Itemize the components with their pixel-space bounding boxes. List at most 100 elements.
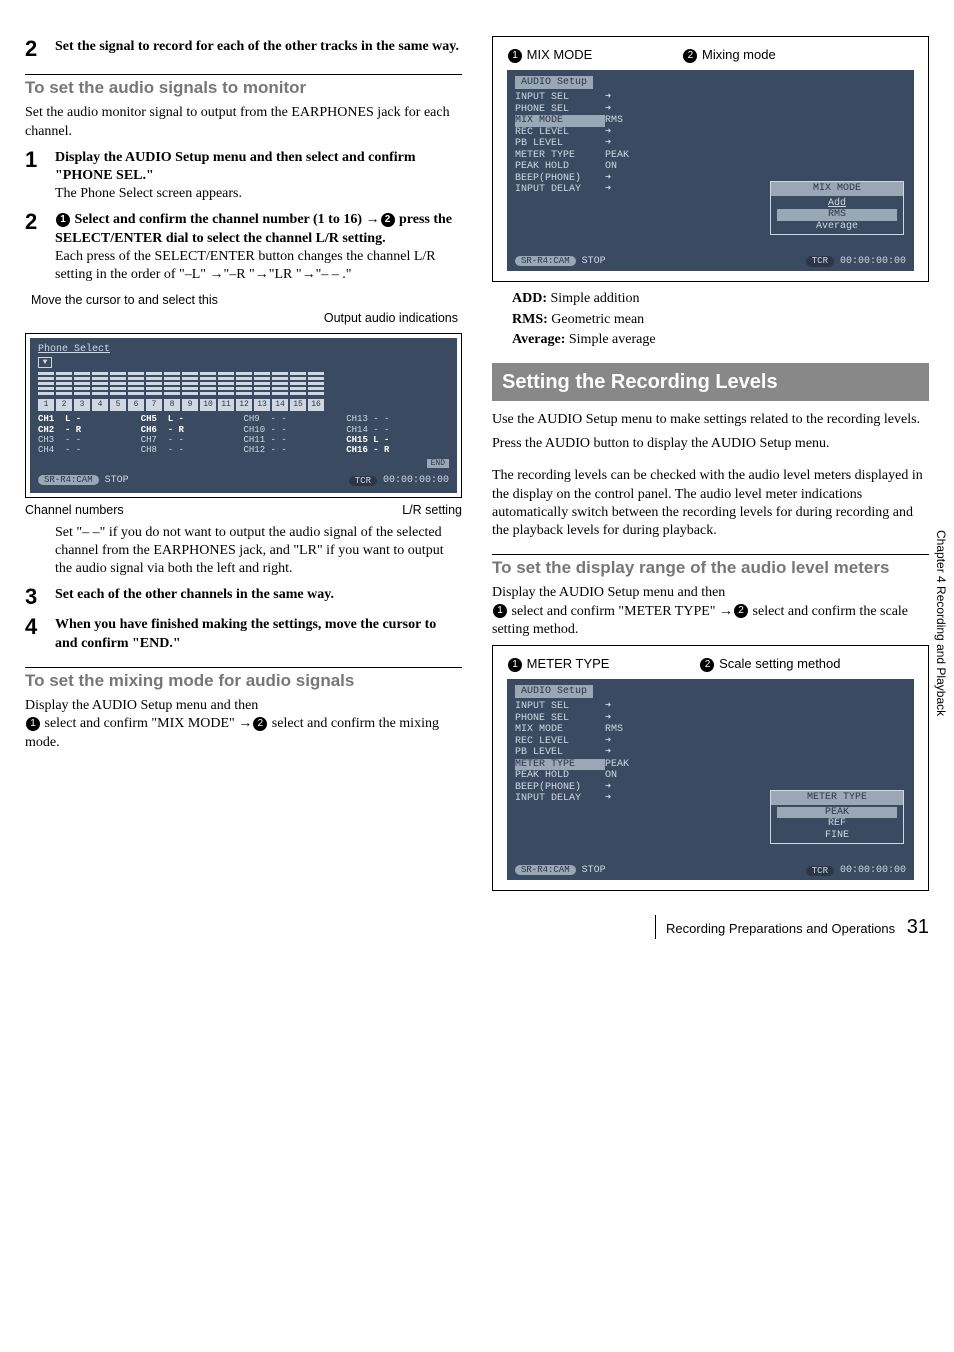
step-2: 2 Set the signal to record for each of t… [25, 38, 462, 60]
meter-popup: METER TYPE PEAKREFFINE [770, 790, 904, 844]
popup-option: REF [777, 818, 897, 830]
lcd-title: AUDIO Setup [515, 685, 593, 699]
menu-row: REC LEVEL ➜ [515, 127, 906, 139]
foot-tcr: TCR [806, 866, 834, 876]
label-mixingmode: Mixing mode [702, 47, 776, 62]
circle-1-icon: 1 [508, 658, 522, 672]
lcd: AUDIO Setup INPUT SEL ➜PHONE SEL ➜MIX MO… [507, 70, 914, 272]
popup-title: METER TYPE [771, 791, 903, 805]
foot-stop: STOP [582, 865, 606, 876]
definition: RMS: Geometric mean [512, 311, 929, 329]
channel-cell: CH7 - - [141, 435, 244, 445]
step-text: Set each of the other channels in the sa… [55, 587, 334, 602]
step-text-a: Select and confirm the channel number (1… [71, 212, 380, 227]
menu-row: INPUT SEL ➜ [515, 701, 906, 713]
step-text: Set the signal to record for each of the… [55, 39, 459, 54]
footer-text: Recording Preparations and Operations [666, 921, 895, 936]
channel-cell: CH5 L - [141, 414, 244, 424]
menu-row: PB LEVEL ➜ [515, 138, 906, 150]
monitor-step-1: 1 Display the AUDIO Setup menu and then … [25, 149, 462, 204]
channel-cell: CH2 - R [38, 425, 141, 435]
menu-row: PB LEVEL ➜ [515, 747, 906, 759]
channel-grid: CH1 L -CH5 L -CH9 - -CH13 - -CH2 - RCH6 … [38, 414, 449, 455]
popup-option: Average [777, 221, 897, 233]
circle-2-icon: 2 [683, 49, 697, 63]
foot-stop: STOP [582, 256, 606, 267]
menu-row: PEAK HOLD ON [515, 161, 906, 173]
annot-lr-setting: L/R setting [402, 502, 462, 518]
para-3: The recording levels can be checked with… [492, 467, 929, 540]
subhead-mixmode-text: Display the AUDIO Setup menu and then 1 … [25, 697, 462, 752]
mix-mode-screen: 1 MIX MODE 2 Mixing mode AUDIO Setup INP… [492, 36, 929, 282]
circle-2-icon: 2 [700, 658, 714, 672]
lcd-title: AUDIO Setup [515, 76, 593, 90]
foot-device: SR-R4:CAM [515, 256, 576, 266]
para-2: Press the AUDIO button to display the AU… [492, 435, 929, 453]
popup-option: PEAK [777, 807, 897, 819]
monitor-step-2: 2 1 Select and confirm the channel numbe… [25, 211, 462, 284]
foot-time: 00:00:00:00 [840, 865, 906, 877]
channel-cell: CH16 - R [346, 445, 449, 455]
foot-time: 00:00:00:00 [840, 256, 906, 268]
foot-device: SR-R4:CAM [515, 865, 576, 875]
channel-numbers-strip: 12345678910111213141516 [38, 399, 449, 411]
menu-row: PHONE SEL ➜ [515, 104, 906, 116]
circle-1-icon: 1 [493, 604, 507, 618]
phone-select-explain: Set "– –" if you do not want to output t… [55, 524, 462, 579]
popup-option: FINE [777, 830, 897, 842]
menu-row: PHONE SEL ➜ [515, 713, 906, 725]
circle-2-icon: 2 [734, 604, 748, 618]
channel-cell: CH12 - - [244, 445, 347, 455]
subhead-metertype: To set the display range of the audio le… [492, 554, 929, 578]
channel-cell: CH11 - - [244, 435, 347, 445]
level-bars [38, 372, 449, 395]
label-mixmode: MIX MODE [527, 47, 593, 62]
step-text: When you have finished making the settin… [55, 617, 436, 650]
menu-row: INPUT SEL ➜ [515, 92, 906, 104]
step-after: Each press of the SELECT/ENTER button ch… [55, 248, 462, 284]
subhead-mixmode: To set the mixing mode for audio signals [25, 667, 462, 691]
definition: ADD: Simple addition [512, 290, 929, 308]
menu-row: METER TYPE PEAK [515, 150, 906, 162]
subhead-monitor: To set the audio signals to monitor [25, 74, 462, 98]
step-number: 1 [25, 149, 55, 204]
definitions: ADD: Simple addition RMS: Geometric mean A… [512, 290, 929, 349]
chart-caption: Output audio indications [25, 310, 458, 326]
menu-row: REC LEVEL ➜ [515, 736, 906, 748]
subhead-monitor-text: Set the audio monitor signal to output f… [25, 104, 462, 140]
mix-popup: MIX MODE AddRMSAverage [770, 181, 904, 235]
channel-cell: CH1 L - [38, 414, 141, 424]
definition: Average: Simple average [512, 331, 929, 349]
step-text: Display the AUDIO Setup menu and then se… [55, 150, 416, 183]
menu-row: PEAK HOLD ON [515, 770, 906, 782]
phone-select-screen: Phone Select ▼ 12345678910111213141516 C… [25, 333, 462, 498]
popup-title: MIX MODE [771, 182, 903, 196]
foot-device: SR-R4:CAM [38, 475, 99, 485]
step-number: 3 [25, 586, 55, 608]
section-banner: Setting the Recording Levels [492, 363, 929, 401]
step-after: The Phone Select screen appears. [55, 185, 462, 203]
circle-1-icon: 1 [56, 213, 70, 227]
label-scalemethod: Scale setting method [719, 656, 840, 671]
para-1: Use the AUDIO Setup menu to make setting… [492, 411, 929, 429]
monitor-step-3: 3 Set each of the other channels in the … [25, 586, 462, 608]
channel-cell: CH3 - - [38, 435, 141, 445]
channel-cell: CH8 - - [141, 445, 244, 455]
channel-cell: CH15 L - [346, 435, 449, 445]
popup-option: Add [777, 198, 897, 210]
end-button: END [427, 459, 449, 468]
foot-tcr: TCR [806, 256, 834, 266]
circle-1-icon: 1 [508, 49, 522, 63]
page-number: 31 [907, 916, 929, 938]
menu-row: MIX MODE RMS [515, 115, 906, 127]
step-number: 4 [25, 616, 55, 652]
label-metertype: METER TYPE [527, 656, 610, 671]
lcd: AUDIO Setup INPUT SEL ➜PHONE SEL ➜MIX MO… [507, 679, 914, 881]
channel-cell: CH9 - - [244, 414, 347, 424]
dropdown-icon: ▼ [38, 357, 52, 368]
circle-2-icon: 2 [381, 213, 395, 227]
menu-row: METER TYPE PEAK [515, 759, 906, 771]
annot-channel-numbers: Channel numbers [25, 502, 124, 518]
step-number: 2 [25, 38, 55, 60]
monitor-step-4: 4 When you have finished making the sett… [25, 616, 462, 652]
